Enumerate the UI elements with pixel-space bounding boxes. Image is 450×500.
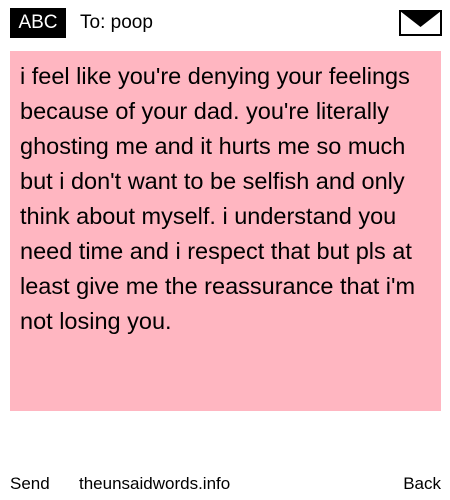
message-body[interactable]: i feel like you're denying your feelings…	[10, 51, 441, 411]
header-bar: ABC To: poop	[0, 0, 450, 44]
recipient-line: To: poop	[80, 12, 153, 33]
send-button[interactable]: Send	[10, 470, 50, 498]
footer-bar: Send theunsaidwords.info Back	[0, 470, 450, 498]
site-link[interactable]: theunsaidwords.info	[79, 470, 230, 498]
envelope-icon	[399, 10, 442, 36]
back-button[interactable]: Back	[403, 470, 441, 498]
input-mode-badge: ABC	[10, 8, 66, 38]
